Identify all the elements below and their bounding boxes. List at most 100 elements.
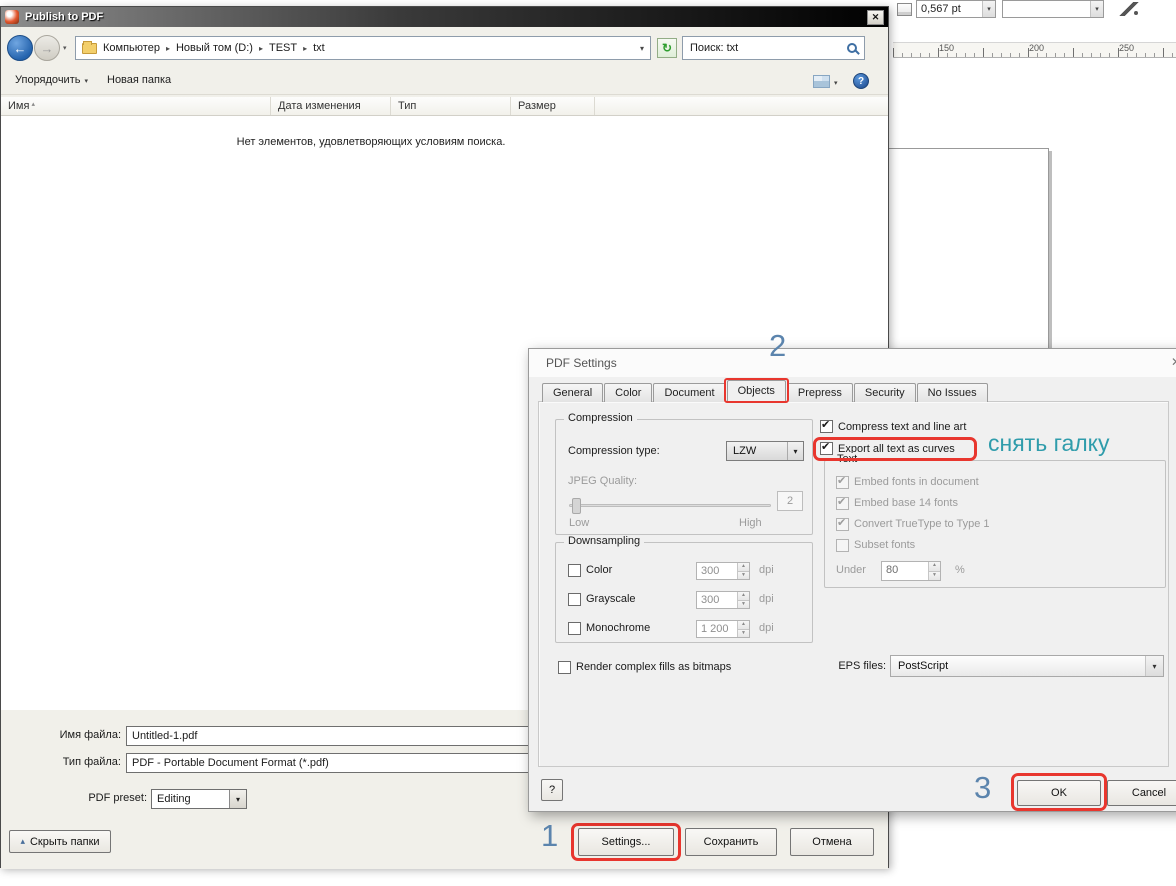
compression-group-label: Compression	[564, 412, 637, 424]
page-canvas	[874, 148, 1049, 358]
dialog-help-button[interactable]: ?	[541, 779, 563, 801]
spinner-arrows-icon[interactable]: ▲ ▼	[737, 621, 749, 637]
compression-type-combo[interactable]: LZW	[726, 441, 804, 461]
tab-color[interactable]: Color	[604, 383, 653, 402]
column-header-name[interactable]: Имя ▴	[1, 97, 271, 115]
outline-width-combo[interactable]: 0,567 pt	[916, 0, 996, 18]
compression-type-value: LZW	[733, 445, 757, 457]
ok-button[interactable]: OK	[1011, 773, 1107, 811]
close-icon[interactable]	[867, 9, 884, 25]
pdf-preset-combo[interactable]: Editing	[151, 789, 247, 809]
outline-style-combo[interactable]	[1002, 0, 1104, 18]
tab-security[interactable]: Security	[853, 383, 916, 402]
tab-general[interactable]: General	[542, 383, 604, 402]
search-icon[interactable]	[847, 43, 857, 53]
column-header-size[interactable]: Размер	[511, 97, 595, 115]
chevron-down-icon[interactable]	[1145, 656, 1163, 676]
downsampling-group: Downsampling Color 300 ▲ ▼ dpi Grayscale …	[555, 535, 813, 643]
embed-fonts-label: Embed fonts in document	[854, 476, 979, 488]
search-input[interactable]: Поиск: txt	[682, 36, 865, 60]
cancel-button-pdf[interactable]: Cancel	[1107, 780, 1176, 806]
text-group-label: Text	[833, 453, 862, 465]
settings-button[interactable]: Settings...	[571, 823, 681, 861]
breadcrumb-item-drive[interactable]: Новый том (D:)	[176, 42, 253, 54]
chevron-down-icon[interactable]: ▾	[834, 79, 838, 87]
tab-objects[interactable]: Objects	[723, 378, 789, 403]
annotation-step-2: 2	[769, 328, 787, 363]
hide-folders-button[interactable]: ▴ Скрыть папки	[9, 830, 111, 853]
monochrome-dpi-unit: dpi	[759, 622, 774, 634]
breadcrumb-item-computer[interactable]: Компьютер	[103, 42, 160, 54]
pdf-settings-dialog: PDF Settings ✕ General Color Document Ob…	[528, 348, 1176, 812]
chevron-down-icon[interactable]	[982, 1, 995, 17]
chevron-down-icon[interactable]	[787, 442, 803, 460]
monochrome-label: Monochrome	[586, 622, 651, 634]
new-folder-button[interactable]: Новая папка	[107, 74, 171, 86]
breadcrumb-item-txt[interactable]: txt	[313, 42, 325, 54]
document-icon[interactable]	[897, 3, 912, 16]
spinner-arrows-icon[interactable]: ▲ ▼	[928, 562, 940, 580]
compress-text-label: Compress text and line art	[838, 420, 967, 433]
chevron-down-icon[interactable]	[1090, 1, 1103, 17]
organize-button[interactable]: Упорядочить ▾	[15, 74, 88, 86]
breadcrumb-separator-icon: ▸	[258, 43, 263, 53]
subset-fonts-label: Subset fonts	[854, 539, 916, 551]
title-bar[interactable]: Publish to PDF	[1, 7, 888, 27]
dialog-title: PDF Settings	[546, 356, 617, 370]
tab-no-issues[interactable]: No Issues	[916, 383, 988, 402]
color-checkbox[interactable]	[568, 564, 581, 577]
filetype-value: PDF - Portable Document Format (*.pdf)	[132, 757, 329, 769]
close-icon[interactable]: ✕	[1171, 355, 1176, 369]
back-button[interactable]: ←	[7, 35, 33, 61]
save-button[interactable]: Сохранить	[685, 828, 777, 856]
tab-document[interactable]: Document	[653, 383, 726, 402]
monochrome-dpi-spinner[interactable]: 1 200 ▲ ▼	[696, 620, 750, 638]
eps-files-value: PostScript	[898, 660, 949, 672]
sort-ascending-icon: ▴	[31, 101, 35, 108]
ruler-mark: 150	[939, 43, 955, 53]
compress-text-checkbox[interactable]	[820, 418, 833, 433]
eps-files-combo[interactable]: PostScript	[890, 655, 1164, 677]
convert-truetype-checkbox[interactable]	[836, 516, 849, 531]
color-dpi-spinner[interactable]: 300 ▲ ▼	[696, 562, 750, 580]
nav-history-chevron-icon[interactable]: ▾	[63, 44, 67, 52]
breadcrumb-dropdown-icon[interactable]: ▾	[640, 44, 644, 53]
refresh-icon[interactable]	[657, 38, 677, 58]
annotation-step-3: 3	[974, 770, 992, 805]
export-curves-checkbox[interactable]	[820, 440, 833, 455]
pen-icon[interactable]	[1119, 2, 1139, 16]
spinner-arrows-icon[interactable]: ▲ ▼	[737, 592, 749, 608]
monochrome-checkbox[interactable]	[568, 622, 581, 635]
grayscale-dpi-unit: dpi	[759, 593, 774, 605]
breadcrumb[interactable]: Компьютер ▸ Новый том (D:) ▸ TEST ▸ txt …	[75, 36, 651, 60]
chevron-down-icon[interactable]	[229, 790, 246, 808]
navigation-bar: ← → ▾ Компьютер ▸ Новый том (D:) ▸ TEST …	[1, 33, 888, 63]
forward-button[interactable]: →	[34, 35, 60, 61]
compression-type-label: Compression type:	[568, 445, 660, 457]
grayscale-checkbox[interactable]	[568, 593, 581, 606]
slider-low-label: Low	[569, 517, 590, 529]
cancel-button[interactable]: Отмена	[790, 828, 874, 856]
compress-text-option[interactable]: Compress text and line art	[820, 418, 967, 433]
view-options-icon[interactable]	[813, 75, 830, 88]
outline-width-value: 0,567 pt	[921, 3, 961, 15]
help-icon[interactable]	[853, 73, 869, 89]
subset-fonts-checkbox[interactable]	[836, 539, 849, 552]
embed-fonts-checkbox[interactable]	[836, 474, 849, 489]
breadcrumb-item-test[interactable]: TEST	[269, 42, 297, 54]
explorer-toolbar: Упорядочить ▾ Новая папка ▾	[1, 67, 888, 95]
spinner-arrows-icon[interactable]: ▲ ▼	[737, 563, 749, 579]
embed-base14-checkbox[interactable]	[836, 495, 849, 510]
column-header-type[interactable]: Тип	[391, 97, 511, 115]
title-bar[interactable]: PDF Settings ✕	[529, 349, 1176, 377]
grayscale-dpi-spinner[interactable]: 300 ▲ ▼	[696, 591, 750, 609]
column-header-date[interactable]: Дата изменения	[271, 97, 391, 115]
jpeg-quality-slider[interactable]	[569, 498, 771, 514]
slider-thumb[interactable]	[572, 498, 581, 514]
render-bitmaps-checkbox[interactable]	[558, 661, 571, 674]
search-text: Поиск: txt	[690, 42, 739, 54]
ruler-mark: 250	[1119, 43, 1135, 53]
color-label: Color	[586, 564, 613, 576]
under-percent-spinner[interactable]: 80 ▲ ▼	[881, 561, 941, 581]
tab-prepress[interactable]: Prepress	[786, 383, 853, 402]
